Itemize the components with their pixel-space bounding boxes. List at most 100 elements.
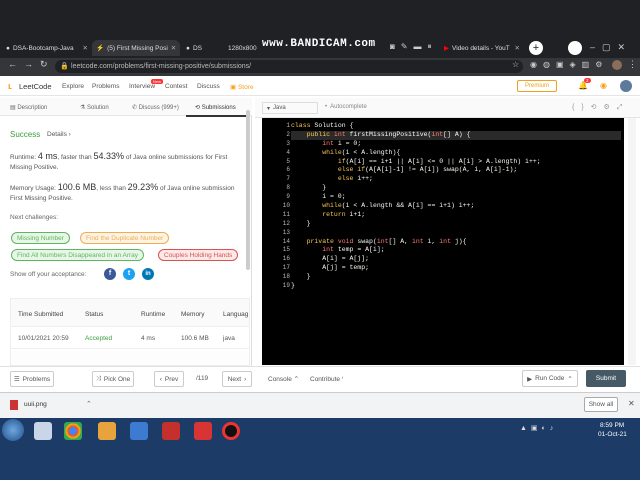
close-icon[interactable]: ✕ [171,44,176,52]
show-all-button[interactable]: Show all [584,397,618,412]
left-pane-scrollbar[interactable] [246,110,250,270]
brand-name[interactable]: LeetCode [19,82,52,91]
window-controls[interactable]: –▢✕ [590,42,632,53]
problems-button[interactable]: ☰ Problems [10,371,54,387]
code-line[interactable]: else if(A[A[i]-1] != A[i]) swap(A, i, A[… [291,166,541,175]
menu-icon[interactable]: ⋮ [628,59,637,70]
editor-tool-icons[interactable]: {}⟲⚙⤢ [572,103,629,112]
close-icon[interactable]: ✕ [628,399,635,408]
folder-icon[interactable] [98,422,116,440]
submit-button[interactable]: Submit [586,370,626,387]
reload-icon[interactable]: ↻ [40,59,48,70]
tray-icons[interactable]: ▲▣◐♪ [520,424,557,432]
chevron-up-icon[interactable]: ⌃ [86,400,92,408]
nav-store[interactable]: ▣ Store [230,83,254,91]
nav-contest[interactable]: Contest [165,83,187,90]
bandicam-icon[interactable] [222,422,240,440]
nav-discuss[interactable]: Discuss [197,83,220,90]
tab-solution[interactable]: ⚗ Solution [80,104,109,111]
close-icon[interactable]: ✕ [515,44,520,52]
avatar[interactable] [612,60,622,70]
line-number: 17 [282,264,290,272]
clock-date: 01-Oct-21 [598,431,627,438]
browser-tab-leetcode[interactable]: ⚡ (5) First Missing Posi ✕ [92,40,180,56]
challenge-chip[interactable]: Find All Numbers Disappeared in an Array [11,249,145,261]
language-select[interactable]: ▾ Java [262,102,318,114]
code-line[interactable]: } [291,282,541,291]
forward-icon[interactable]: → [24,59,33,69]
new-badge: New [151,79,164,84]
code-line[interactable] [291,229,541,238]
premium-button[interactable]: Premium [517,80,557,92]
back-icon[interactable]: ← [8,59,17,69]
facebook-icon[interactable]: f [104,268,116,280]
code-line[interactable]: private void swap(int[] A, int i, int j)… [291,238,541,247]
code-line[interactable]: while(i < A.length){ [291,149,541,158]
tab-description[interactable]: ▤ Description [10,104,47,111]
cell-status[interactable]: Accepted [85,335,112,342]
challenge-chip[interactable]: Missing Number [11,232,70,244]
challenge-chip[interactable]: Find the Duplicate Number [80,232,170,244]
code-line[interactable]: public int firstMissingPositive(int[] A)… [291,131,541,140]
contribute-link[interactable]: Contribute ⁱ [310,375,343,383]
run-code-label: Run Code [535,375,565,382]
code-line[interactable]: i = 0; [291,193,541,202]
tab-solution-label: Solution [87,105,109,111]
acrobat-icon[interactable] [162,422,180,440]
code-line[interactable]: return i+1; [291,211,541,220]
code-line[interactable]: A[j] = temp; [291,264,541,273]
prev-button[interactable]: ‹ Prev [154,371,184,387]
chevron-down-icon: ▾ [267,105,271,112]
record-icon[interactable] [568,41,582,55]
code-line[interactable]: else i++; [291,175,541,184]
run-code-button[interactable]: ▶ Run Code ⌃ [522,370,578,387]
code-line[interactable]: while(i < A.length && A[i] == i+1) i++; [291,202,541,211]
code-line[interactable]: if(A[i] == i+1 || A[i] <= 0 || A[i] > A.… [291,158,541,167]
nav-interview[interactable]: Interview [129,83,155,90]
table-row[interactable] [11,351,249,365]
code-line[interactable]: int i = 0; [291,140,541,149]
memory-mid: , less than [96,185,126,192]
list-icon: ☰ [13,376,20,383]
console-toggle[interactable]: Console ⌃ [268,375,299,383]
pick-one-button[interactable]: ⤨ Pick One [92,371,134,387]
start-button[interactable] [2,419,24,441]
browser-tab-dsa[interactable]: ● DSA-Bootcamp-Java ✕ [2,40,92,56]
code-line[interactable]: } [291,273,541,282]
explorer-icon[interactable] [34,422,52,440]
coin-icon[interactable]: ◉ [600,81,607,90]
challenge-chip[interactable]: Couples Holding Hands [158,249,239,261]
col-header: Memory [181,311,205,318]
chrome-icon[interactable] [64,422,82,440]
next-button[interactable]: Next › [222,371,252,387]
browser-tab-youtube[interactable]: ▶ Video details - YouT ✕ [440,40,524,56]
nav-explore[interactable]: Explore [62,83,84,90]
nav-problems[interactable]: Problems [92,83,119,90]
code-line[interactable]: } [291,220,541,229]
details-link[interactable]: Details › [47,131,71,138]
code-text[interactable]: class Solution { public int firstMissing… [291,122,541,291]
editor-scrollbar[interactable] [628,118,636,365]
code-editor[interactable]: 1 2 3 4 5 6 7 8 9 10 11 12 13 14 15 16 17 18 19 class Solu… [262,118,624,365]
word-icon[interactable] [130,422,148,440]
code-line[interactable]: int temp = A[i]; [291,246,541,255]
star-icon[interactable]: ☆ [512,60,519,69]
tab-submissions[interactable]: ⟲ Submissions [195,104,236,111]
autocomplete-toggle[interactable]: • Autocomplete [325,104,367,110]
twitter-icon[interactable]: t [123,268,135,280]
new-tab-button[interactable]: + [529,41,543,55]
url-input[interactable]: 🔒 leetcode.com/problems/first-missing-po… [55,60,523,73]
tab-discuss[interactable]: ✆ Discuss (999+) [132,104,179,111]
download-file-name[interactable]: uuii.png [24,401,47,408]
close-icon[interactable]: ✕ [83,44,88,52]
linkedin-icon[interactable]: in [142,268,154,280]
code-line[interactable]: class Solution { [291,122,541,131]
bandicam-watermark: www.BANDICAM.com [262,38,376,50]
code-line[interactable]: A[i] = A[j]; [291,255,541,264]
code-line[interactable]: } [291,184,541,193]
browser-tab-ds[interactable]: ● DS [182,40,222,56]
browser-tab-resolution[interactable]: 1280x800 [224,40,260,56]
profile-avatar[interactable] [620,80,632,92]
anydesk-icon[interactable] [194,422,212,440]
extension-icons[interactable]: ◉◍▣◈▥⚙ [530,60,608,69]
